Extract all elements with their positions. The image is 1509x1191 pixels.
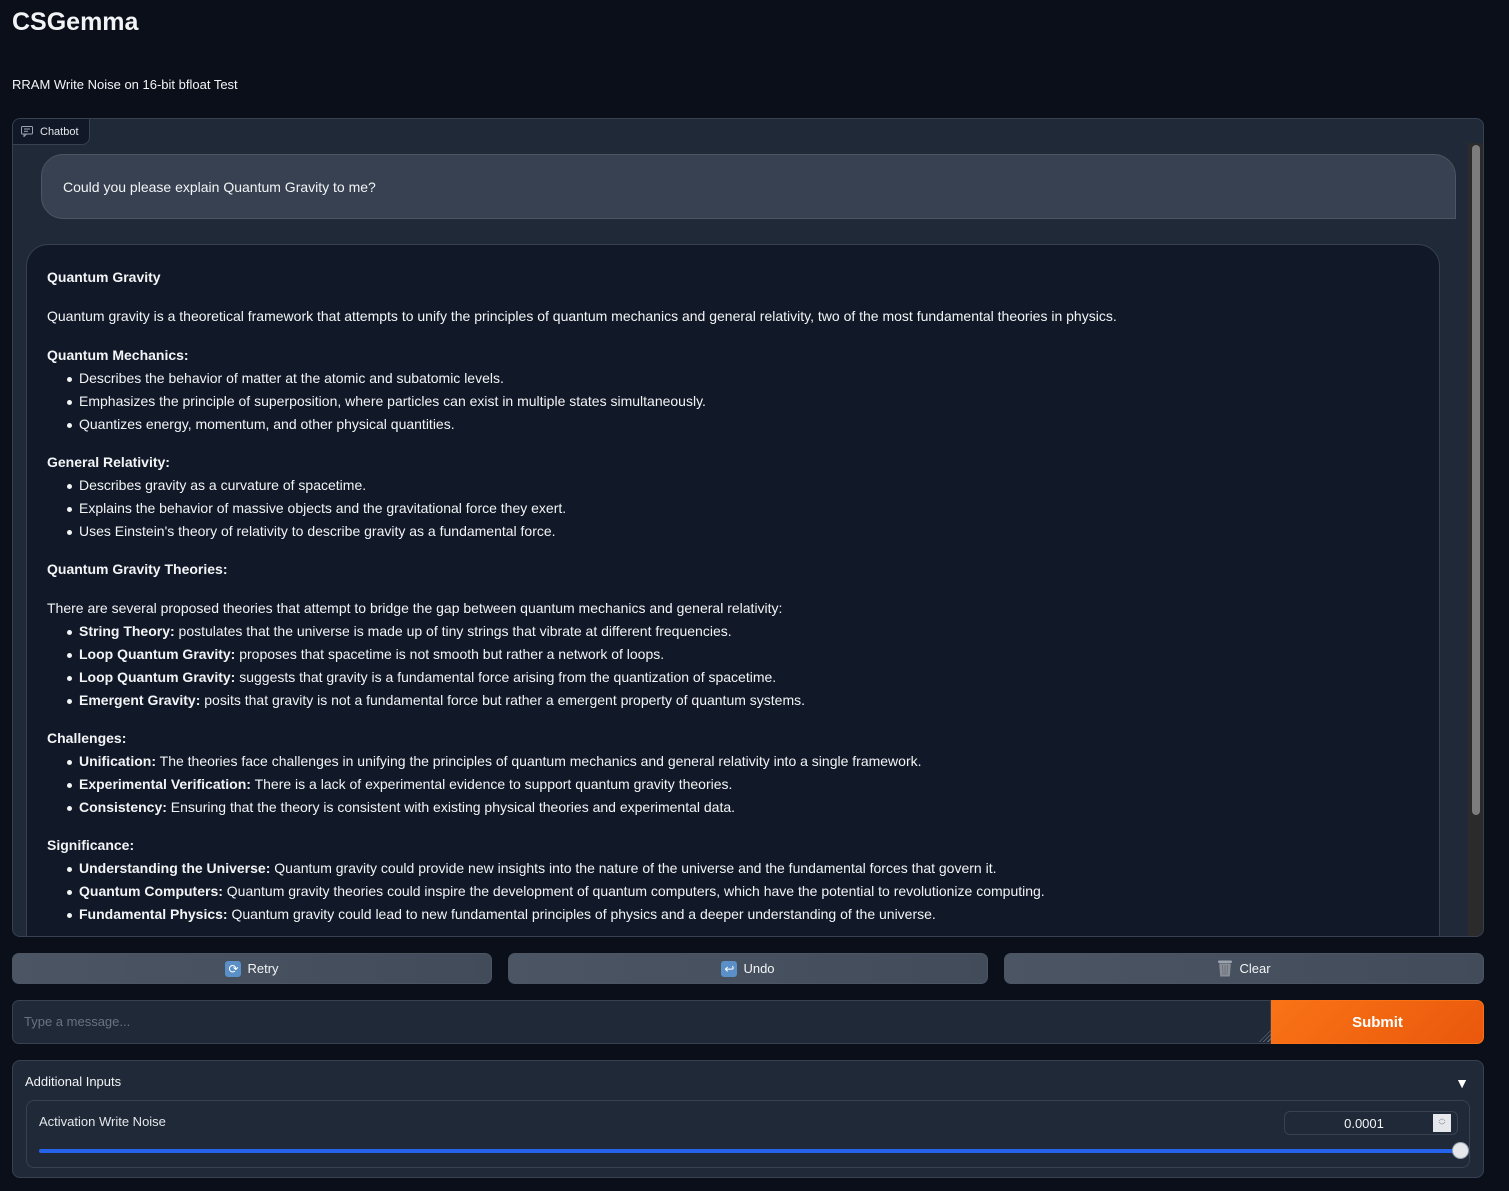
action-buttons: ⟳ Retry ↩ Undo Clear <box>12 953 1484 984</box>
bot-message: Quantum Gravity Quantum gravity is a the… <box>26 244 1440 936</box>
list-item: Emergent Gravity: posits that gravity is… <box>65 689 1419 712</box>
chatbot-label-text: Chatbot <box>40 125 79 138</box>
retry-label: Retry <box>247 961 279 976</box>
user-message-text: Could you please explain Quantum Gravity… <box>63 178 376 195</box>
response-title: Quantum Gravity <box>47 269 161 285</box>
list-item: String Theory: postulates that the unive… <box>65 620 1419 643</box>
response-intro: Quantum gravity is a theoretical framewo… <box>47 308 1117 324</box>
noise-value[interactable]: 0.0001 <box>1285 1116 1433 1131</box>
item-bold: Emergent Gravity: <box>79 692 201 708</box>
item-text: The theories face challenges in unifying… <box>156 753 922 769</box>
slider-fill <box>39 1149 1461 1153</box>
item-bold: String Theory: <box>79 623 175 639</box>
list-item: Consistency: Ensuring that the theory is… <box>65 796 1419 819</box>
list-item: Loop Quantum Gravity: proposes that spac… <box>65 643 1419 666</box>
list-item: Unification: The theories face challenge… <box>65 750 1419 773</box>
list-item: Experimental Verification: There is a la… <box>65 773 1419 796</box>
item-bold: Loop Quantum Gravity: <box>79 646 236 662</box>
chatbot-label: Chatbot <box>13 119 90 145</box>
bullet-list: String Theory: postulates that the unive… <box>47 620 1419 712</box>
list-item: Quantizes energy, momentum, and other ph… <box>65 413 1419 436</box>
bullet-list: Understanding the Universe: Quantum grav… <box>47 857 1419 926</box>
accordion-title[interactable]: Additional Inputs <box>25 1074 121 1089</box>
section-general-relativity: General Relativity: Describes gravity as… <box>47 451 1419 543</box>
list-item: Emphasizes the principle of superpositio… <box>65 390 1419 413</box>
trash-icon <box>1217 960 1233 977</box>
message-input[interactable] <box>12 1000 1271 1044</box>
undo-button[interactable]: ↩ Undo <box>508 953 988 984</box>
chat-scrollbar[interactable] <box>1468 143 1483 936</box>
chat-icon <box>21 126 33 138</box>
app-subtitle: RRAM Write Noise on 16-bit bfloat Test <box>12 77 238 92</box>
item-bold: Unification: <box>79 753 156 769</box>
clear-label: Clear <box>1239 961 1271 976</box>
list-item: Understanding the Universe: Quantum grav… <box>65 857 1419 880</box>
message-input-row: Submit <box>12 1000 1484 1044</box>
noise-number-input[interactable]: 0.0001 ︿ ﹀ <box>1284 1111 1458 1135</box>
item-text: Quantum gravity theories could inspire t… <box>222 883 1045 899</box>
undo-icon: ↩ <box>721 960 738 977</box>
section-heading: Challenges: <box>47 730 127 746</box>
item-bold: Fundamental Physics: <box>79 906 228 922</box>
clear-button[interactable]: Clear <box>1004 953 1484 984</box>
section-heading: Significance: <box>47 837 135 853</box>
section-challenges: Challenges: Unification: The theories fa… <box>47 727 1419 819</box>
user-message: Could you please explain Quantum Gravity… <box>41 154 1456 219</box>
undo-label: Undo <box>743 961 775 976</box>
bullet-list: Describes gravity as a curvature of spac… <box>47 474 1419 543</box>
item-text: Quantum gravity could provide new insigh… <box>270 860 997 876</box>
item-bold: Understanding the Universe: <box>79 860 271 876</box>
chatbot-panel: Chatbot Could you please explain Quantum… <box>12 118 1484 937</box>
item-text: postulates that the universe is made up … <box>174 623 732 639</box>
caret-down-icon[interactable]: ▼ <box>1455 1075 1469 1091</box>
list-item: Fundamental Physics: Quantum gravity cou… <box>65 903 1419 926</box>
section-quantum-mechanics: Quantum Mechanics: Describes the behavio… <box>47 344 1419 436</box>
retry-button[interactable]: ⟳ Retry <box>12 953 492 984</box>
item-text: proposes that spacetime is not smooth bu… <box>235 646 665 662</box>
bullet-list: Describes the behavior of matter at the … <box>47 367 1419 436</box>
retry-icon: ⟳ <box>225 960 242 977</box>
noise-slider[interactable] <box>39 1142 1469 1159</box>
list-item: Describes the behavior of matter at the … <box>65 367 1419 390</box>
item-text: Quantum gravity could lead to new fundam… <box>227 906 936 922</box>
slider-label: Activation Write Noise <box>39 1114 166 1129</box>
section-heading: Quantum Mechanics: <box>47 347 189 363</box>
additional-inputs-accordion: Additional Inputs ▼ Activation Write Noi… <box>12 1060 1484 1178</box>
stepper-up-icon[interactable]: ︿ <box>1439 1115 1446 1123</box>
section-heading: General Relativity: <box>47 454 170 470</box>
submit-button[interactable]: Submit <box>1271 1000 1484 1044</box>
stepper-icon[interactable]: ︿ ﹀ <box>1433 1114 1451 1132</box>
item-bold: Experimental Verification: <box>79 776 251 792</box>
activation-write-noise-control: Activation Write Noise 0.0001 ︿ ﹀ <box>26 1100 1470 1168</box>
section-significance: Significance: Understanding the Universe… <box>47 834 1419 926</box>
item-text: suggests that gravity is a fundamental f… <box>235 669 777 685</box>
chat-scrollbar-thumb[interactable] <box>1472 145 1480 815</box>
list-item: Loop Quantum Gravity: suggests that grav… <box>65 666 1419 689</box>
theories-heading: Quantum Gravity Theories: <box>47 561 228 577</box>
item-text: There is a lack of experimental evidence… <box>250 776 733 792</box>
list-item: Uses Einstein's theory of relativity to … <box>65 520 1419 543</box>
item-bold: Quantum Computers: <box>79 883 223 899</box>
item-text: posits that gravity is not a fundamental… <box>200 692 806 708</box>
app-title: CSGemma <box>12 8 139 36</box>
slider-thumb[interactable] <box>1452 1142 1469 1159</box>
item-bold: Consistency: <box>79 799 167 815</box>
list-item: Describes gravity as a curvature of spac… <box>65 474 1419 497</box>
item-text: Ensuring that the theory is consistent w… <box>166 799 736 815</box>
list-item: Quantum Computers: Quantum gravity theor… <box>65 880 1419 903</box>
item-bold: Loop Quantum Gravity: <box>79 669 236 685</box>
stepper-down-icon[interactable]: ﹀ <box>1439 1123 1446 1131</box>
section-theories: There are several proposed theories that… <box>47 597 1419 712</box>
list-item: Explains the behavior of massive objects… <box>65 497 1419 520</box>
theories-intro: There are several proposed theories that… <box>47 600 783 616</box>
bullet-list: Unification: The theories face challenge… <box>47 750 1419 819</box>
